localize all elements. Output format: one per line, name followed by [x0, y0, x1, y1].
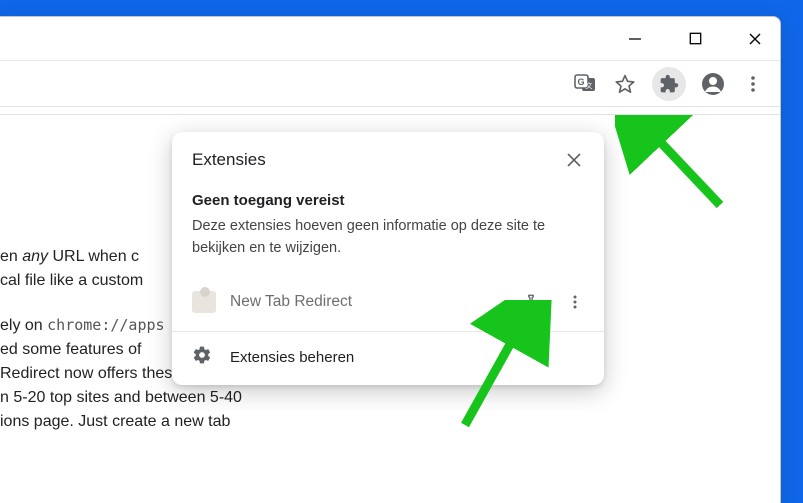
star-bookmark-icon[interactable] — [612, 71, 638, 97]
popup-section: Geen toegang vereist Deze extensies hoev… — [172, 178, 604, 277]
svg-text:G: G — [577, 77, 584, 87]
text-fragment: ed some features of — [0, 341, 141, 358]
text-fragment: ions page. Just create a new tab — [0, 413, 230, 430]
pin-icon[interactable] — [516, 287, 546, 317]
text-fragment: n 5-20 top sites and between 5-40 — [0, 389, 242, 406]
extension-icon — [192, 291, 216, 313]
window-maximize-button[interactable] — [680, 24, 710, 54]
manage-extensions-label: Extensies beheren — [230, 349, 354, 366]
gear-icon — [192, 345, 212, 369]
profile-avatar-icon[interactable] — [700, 71, 726, 97]
text-fragment: URL when c — [48, 248, 139, 265]
menu-dots-icon[interactable] — [740, 71, 766, 97]
browser-toolbar: G 文 — [0, 60, 780, 107]
text-fragment: chrome://apps — [47, 316, 164, 334]
extension-name: New Tab Redirect — [230, 293, 502, 311]
section-heading: Geen toegang vereist — [192, 192, 584, 209]
popup-title: Extensies — [192, 150, 266, 170]
extension-row[interactable]: New Tab Redirect — [172, 277, 604, 331]
extension-menu-dots-icon[interactable] — [560, 287, 590, 317]
text-fragment: ely on — [0, 317, 47, 334]
window-minimize-button[interactable] — [620, 24, 650, 54]
text-fragment: cal file like a custom — [0, 272, 143, 289]
close-icon[interactable] — [562, 148, 586, 172]
text-fragment: any — [22, 248, 48, 265]
translate-icon[interactable]: G 文 — [572, 71, 598, 97]
text-fragment: Redirect now offers these — [0, 365, 181, 382]
manage-extensions-row[interactable]: Extensies beheren — [172, 331, 604, 385]
section-description: Deze extensies hoeven geen informatie op… — [192, 215, 584, 259]
extensions-popup: Extensies Geen toegang vereist Deze exte… — [172, 132, 604, 385]
window-close-button[interactable] — [740, 24, 770, 54]
text-fragment: en — [0, 248, 22, 265]
window-titlebar — [0, 17, 780, 60]
extensions-puzzle-icon[interactable] — [652, 67, 686, 101]
popup-header: Extensies — [172, 132, 604, 178]
svg-text:文: 文 — [586, 81, 593, 90]
